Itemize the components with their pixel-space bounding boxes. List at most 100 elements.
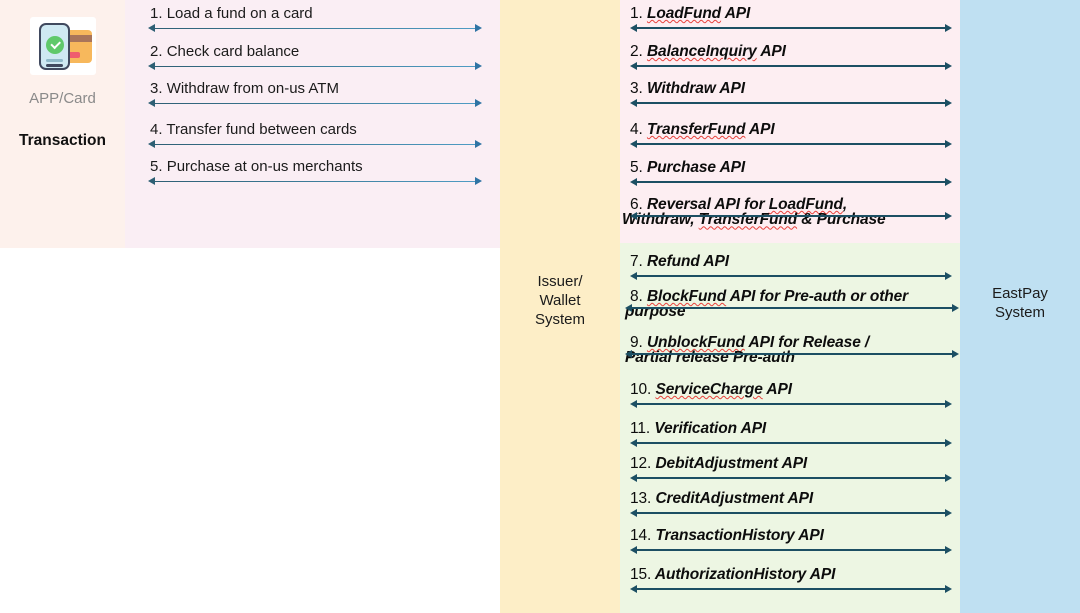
api-flow-text-10: ServiceCharge API [655,381,792,398]
api-bidirectional-arrow-3 [630,98,952,108]
arrow-shaft [636,143,946,145]
transaction-flow-text-2: Check card balance [166,43,300,60]
api-flow-row-5: 5. Purchase API [630,159,952,187]
eastpay-caption-line-2: System [994,304,1045,322]
smartphone-glyph [38,23,70,70]
api-flow-label-13: 13. CreditAdjustment API [630,490,952,507]
arrow-shaft [154,143,476,146]
arrow-head-right-icon [945,545,952,554]
api-flow-row-1: 1. LoadFund API [630,5,952,33]
actor-app-card-label: APP/Card [29,90,96,107]
api-flow-label-15: 15. AuthorizationHistory API [630,566,952,583]
arrow-shaft [636,442,946,444]
transaction-flow-row-2: 2. Check card balance [148,43,482,72]
transaction-flow-text-4: Transfer fund between cards [166,121,357,138]
arrow-shaft [636,215,946,217]
api-flow-number-2: 2. [630,43,643,60]
eastpay-caption-line-1: EastPay [992,285,1048,302]
arrow-head-right-icon [945,211,952,220]
api-bidirectional-arrow-12 [630,473,952,483]
api-flow-row-12: 12. DebitAdjustment API [630,455,952,483]
bidirectional-arrow-5 [148,177,482,187]
phone-home-bar [45,64,63,67]
api-flow-number-15: 15. [630,566,652,583]
arrow-head-right-icon [945,508,952,517]
api-bidirectional-arrow-5 [630,177,952,187]
api-flow-label-12: 12. DebitAdjustment API [630,455,952,472]
arrow-shaft [636,588,946,590]
api-flow-text-11: Verification API [654,420,767,437]
arrow-shaft [636,27,946,29]
api-flow-text-2: BalanceInquiry API [646,43,786,60]
arrow-head-right-icon [475,62,482,71]
api-flow-row-3: 3. Withdraw API [630,80,952,108]
transaction-flow-number-4: 4. [150,121,163,138]
transaction-flow-number-2: 2. [150,43,163,60]
transaction-flow-label-4: 4. Transfer fund between cards [148,121,482,139]
check-circle-icon [45,36,64,54]
api-bidirectional-arrow-7 [630,271,952,281]
arrow-head-right-icon [945,61,952,70]
arrow-shaft [154,180,476,183]
transaction-flow-label-5: 5. Purchase at on-us merchants [148,158,482,176]
api-flow-row-14: 14. TransactionHistory API [630,527,952,555]
arrow-head-right-icon [475,177,482,186]
arrow-shaft [636,65,946,67]
transaction-flow-row-3: 3. Withdraw from on-us ATM [148,80,482,109]
arrow-head-right-icon [475,140,482,149]
api-flow-row-8: 8. BlockFund API for Pre-auth or other p… [625,288,959,321]
api-flow-text-1: LoadFund API [646,5,751,22]
bidirectional-arrow-2 [148,62,482,72]
arrow-shaft [636,477,946,479]
arrow-head-right-icon [945,438,952,447]
arrow-shaft [636,403,946,405]
actor-eastpay-system: EastPay System [960,284,1080,322]
arrow-head-right-icon [945,271,952,280]
bidirectional-arrow-3 [148,99,482,109]
api-flow-row-4: 4. TransferFund API [630,121,952,149]
api-flow-label-10: 10. ServiceCharge API [630,381,952,398]
arrow-shaft [636,549,946,551]
api-bidirectional-arrow-1 [630,23,952,33]
transaction-flow-label-2: 2. Check card balance [148,43,482,61]
api-flow-text-5: Purchase API [646,159,746,176]
api-flow-label-5: 5. Purchase API [630,159,952,176]
api-flow-number-7: 7. [630,253,643,270]
api-flow-label-3: 3. Withdraw API [630,80,952,97]
arrow-shaft [636,275,946,277]
api-flow-row-15: 15. AuthorizationHistory API [630,566,952,594]
arrow-shaft [631,307,953,309]
api-flow-number-3: 3. [630,80,643,97]
transaction-flow-number-3: 3. [150,80,163,97]
bidirectional-arrow-4 [148,140,482,150]
api-bidirectional-arrow-14 [630,545,952,555]
arrow-head-right-icon [475,24,482,33]
api-bidirectional-arrow-9 [625,349,959,359]
api-flow-number-4: 4. [630,121,643,138]
api-bidirectional-arrow-4 [630,139,952,149]
api-flow-text-14: TransactionHistory API [655,527,824,544]
api-flow-label-11: 11. Verification API [630,420,952,437]
api-flow-diagram: APP/Card Transaction 1. Load a fund on a… [0,0,1080,613]
issuer-caption-line-2: Wallet [539,292,581,310]
api-flow-text-13: CreditAdjustment API [655,490,814,507]
transaction-flow-number-1: 1. [150,5,163,22]
api-flow-label-1: 1. LoadFund API [630,5,952,22]
arrow-shaft [636,102,946,104]
transaction-heading: Transaction [19,131,106,149]
transaction-flow-text-3: Withdraw from on-us ATM [166,80,339,97]
transaction-flow-text-5: Purchase at on-us merchants [166,158,363,175]
phone-text-line [45,59,63,62]
actor-app-card: APP/Card Transaction [0,0,125,248]
arrow-head-right-icon [952,349,959,358]
api-flow-label-7: 7. Refund API [630,253,952,270]
api-flow-row-13: 13. CreditAdjustment API [630,490,952,518]
transaction-flow-label-3: 3. Withdraw from on-us ATM [148,80,482,98]
issuer-caption-line-3: System [534,311,585,329]
actor-issuer-wallet-system: Issuer/ Wallet System [500,272,620,330]
phone-with-card-icon [29,17,96,75]
api-flow-text-4: TransferFund API [646,121,775,138]
bidirectional-arrow-1 [148,24,482,34]
arrow-shaft [154,102,476,105]
arrow-head-right-icon [945,399,952,408]
